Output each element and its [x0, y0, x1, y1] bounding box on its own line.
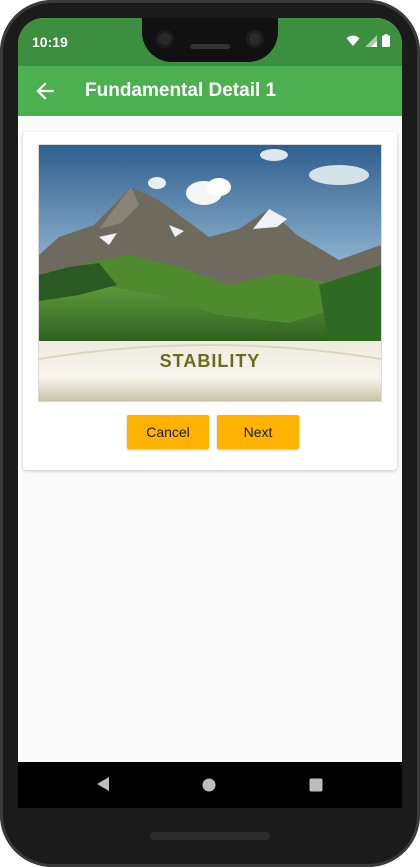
recents-square-icon[interactable] — [309, 778, 323, 797]
home-circle-icon[interactable] — [202, 778, 216, 797]
status-icons — [346, 34, 390, 52]
app-bar: Fundamental Detail 1 — [18, 66, 402, 116]
cancel-button[interactable]: Cancel — [127, 415, 209, 449]
stability-banner-image: STABILITY — [38, 144, 382, 402]
page-title: Fundamental Detail 1 — [85, 80, 277, 101]
system-nav-bar — [18, 762, 402, 808]
camera-notch — [142, 18, 278, 62]
earpiece-speaker — [190, 44, 230, 49]
screen: 10:19 Fundamental Detail 1 STABILITY Can… — [18, 18, 402, 762]
front-camera-icon — [156, 30, 174, 48]
detail-card: STABILITY Cancel Next — [23, 132, 397, 470]
arrow-back-icon[interactable] — [32, 78, 58, 104]
status-time: 10:19 — [32, 34, 68, 50]
front-camera-icon — [246, 30, 264, 48]
next-button[interactable]: Next — [217, 415, 299, 449]
banner-label: STABILITY — [159, 351, 261, 371]
bottom-speaker — [150, 832, 270, 840]
battery-icon — [382, 34, 390, 52]
signal-icon — [365, 34, 377, 52]
wifi-icon — [346, 34, 360, 52]
back-triangle-icon[interactable] — [96, 776, 110, 797]
